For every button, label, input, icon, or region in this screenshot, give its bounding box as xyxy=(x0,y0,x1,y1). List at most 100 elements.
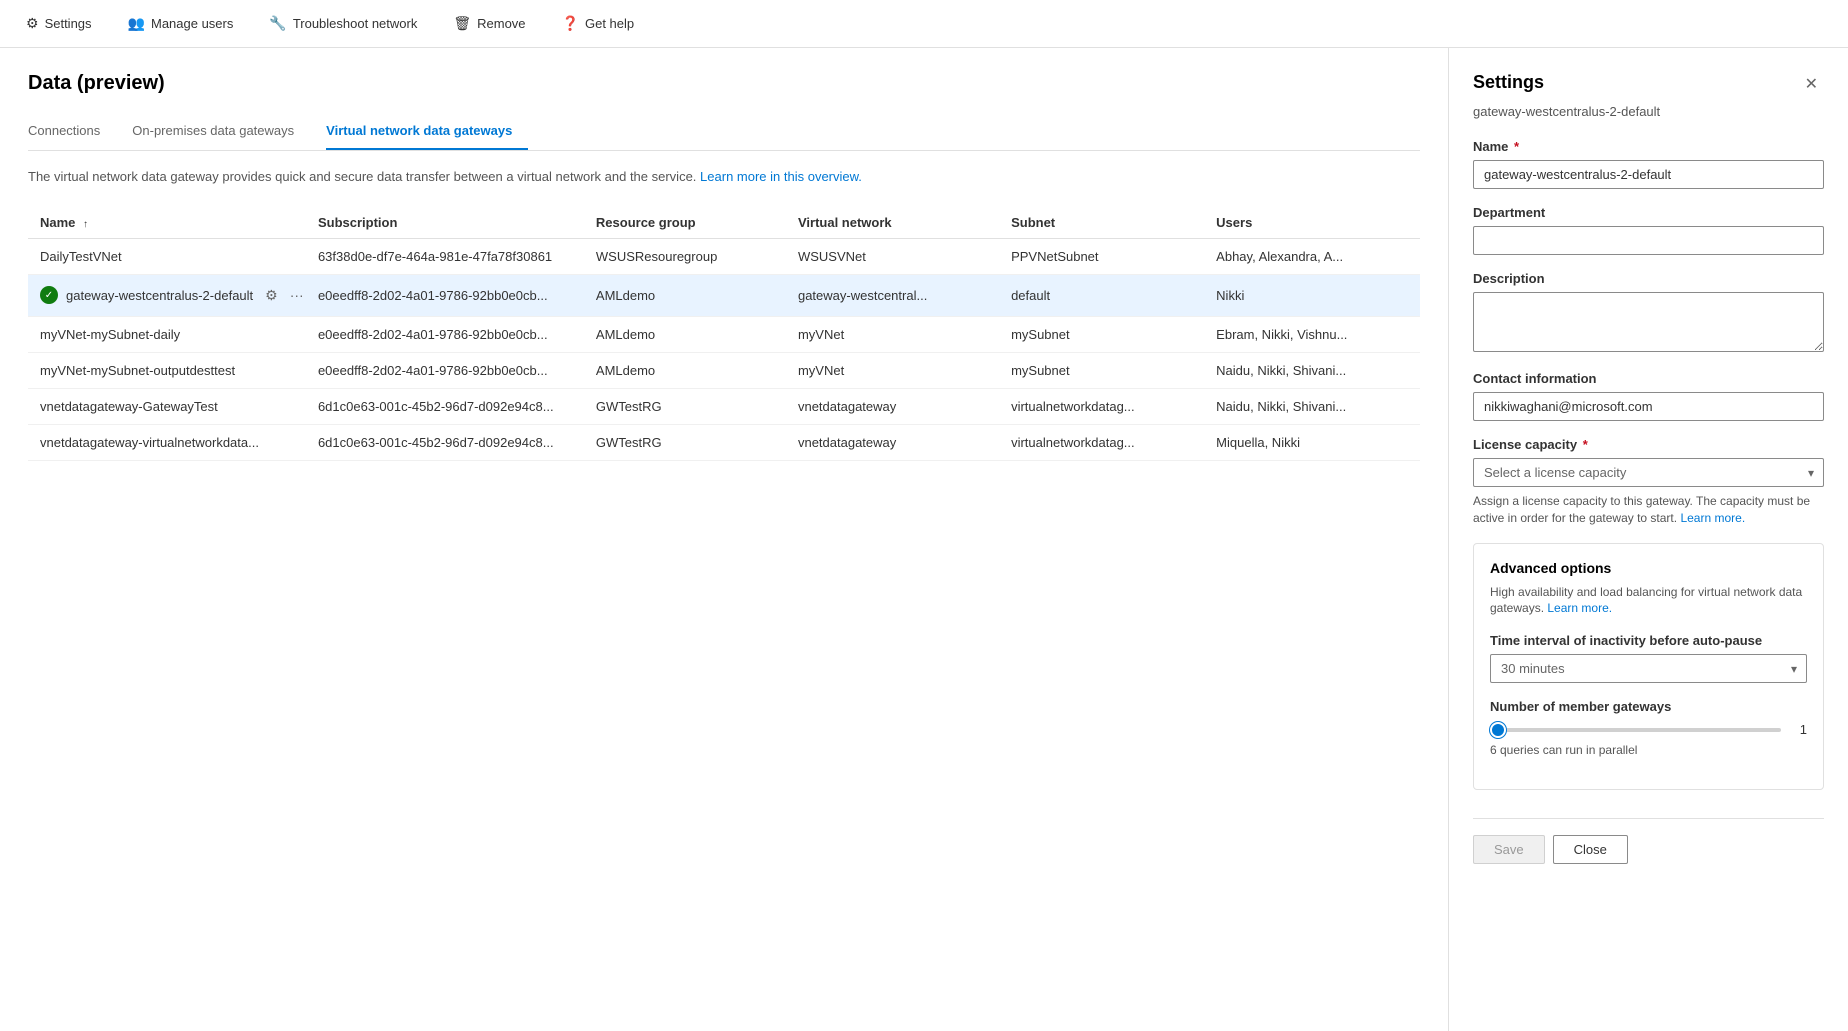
status-icon: ✓ xyxy=(40,286,58,304)
cell-virtual-network: vnetdatagateway xyxy=(786,424,999,460)
learn-more-link[interactable]: Learn more in this overview. xyxy=(700,169,862,184)
toolbar-troubleshoot-label: Troubleshoot network xyxy=(293,16,418,31)
toolbar-manage-users[interactable]: 👥 Manage users xyxy=(122,11,240,36)
page-title: Data (preview) xyxy=(28,72,1420,95)
cell-resource-group: GWTestRG xyxy=(584,424,786,460)
toolbar: ⚙ Settings 👥 Manage users 🔧 Troubleshoot… xyxy=(0,0,1848,48)
license-label: License capacity * xyxy=(1473,437,1824,452)
advanced-title: Advanced options xyxy=(1490,560,1807,576)
toolbar-remove-label: Remove xyxy=(477,16,525,31)
license-learn-more-link[interactable]: Learn more. xyxy=(1680,511,1745,525)
toolbar-get-help[interactable]: ❓ Get help xyxy=(556,11,641,36)
cell-virtual-network: WSUSVNet xyxy=(786,238,999,274)
slider-value: 1 xyxy=(1791,722,1807,737)
cell-subnet: default xyxy=(999,274,1204,316)
cell-name-text: myVNet-mySubnet-outputdesttest xyxy=(40,363,235,378)
cell-name-text: vnetdatagateway-GatewayTest xyxy=(40,399,218,414)
close-panel-button[interactable]: ✕ xyxy=(1799,72,1824,96)
table-row[interactable]: myVNet-mySubnet-outputdesttest e0eedff8-2… xyxy=(28,352,1420,388)
col-name: Name ↑ xyxy=(28,207,306,239)
contact-label: Contact information xyxy=(1473,371,1824,386)
cell-subscription: 6d1c0e63-001c-45b2-96d7-d092e94c8... xyxy=(306,424,584,460)
panel-footer: Save Close xyxy=(1473,818,1824,864)
contact-input[interactable] xyxy=(1473,392,1824,421)
panel-title: Settings xyxy=(1473,72,1544,93)
tab-connections[interactable]: Connections xyxy=(28,115,116,150)
toolbar-troubleshoot-network[interactable]: 🔧 Troubleshoot network xyxy=(263,11,423,36)
cell-users: Nikki xyxy=(1204,274,1420,316)
toolbar-settings[interactable]: ⚙ Settings xyxy=(20,11,98,36)
col-resource-group: Resource group xyxy=(584,207,786,239)
data-table: Name ↑ Subscription Resource group Virtu… xyxy=(28,207,1420,461)
cell-users: Miquella, Nikki xyxy=(1204,424,1420,460)
department-input[interactable] xyxy=(1473,226,1824,255)
description-input[interactable] xyxy=(1473,292,1824,352)
cell-virtual-network: gateway-westcentral... xyxy=(786,274,999,316)
cell-users: Ebram, Nikki, Vishnu... xyxy=(1204,316,1420,352)
time-interval-select[interactable]: 30 minutes 1 hour 2 hours 4 hours xyxy=(1490,654,1807,683)
license-select-wrapper: Select a license capacity ▾ xyxy=(1473,458,1824,487)
troubleshoot-icon: 🔧 xyxy=(269,15,286,32)
cell-subnet: mySubnet xyxy=(999,316,1204,352)
member-gateways-group: Number of member gateways 1 6 queries ca… xyxy=(1490,699,1807,757)
tab-on-premises[interactable]: On-premises data gateways xyxy=(132,115,310,150)
contact-group: Contact information xyxy=(1473,371,1824,421)
cell-subscription: e0eedff8-2d02-4a01-9786-92bb0e0cb... xyxy=(306,274,584,316)
help-icon: ❓ xyxy=(562,15,579,32)
table-header-row: Name ↑ Subscription Resource group Virtu… xyxy=(28,207,1420,239)
cell-name-text: vnetdatagateway-virtualnetworkdata... xyxy=(40,435,259,450)
description-group: Description xyxy=(1473,271,1824,355)
advanced-desc: High availability and load balancing for… xyxy=(1490,584,1807,618)
cell-name: ✓ gateway-westcentralus-2-default ⚙··· xyxy=(28,274,306,316)
col-virtual-network: Virtual network xyxy=(786,207,999,239)
toolbar-remove[interactable]: 🗑 Remove xyxy=(447,11,531,36)
panel-header: Settings ✕ xyxy=(1473,72,1824,96)
name-input[interactable] xyxy=(1473,160,1824,189)
remove-icon: 🗑 xyxy=(453,15,471,32)
close-button[interactable]: Close xyxy=(1553,835,1628,864)
cell-virtual-network: myVNet xyxy=(786,352,999,388)
cell-virtual-network: myVNet xyxy=(786,316,999,352)
member-gateways-label: Number of member gateways xyxy=(1490,699,1807,714)
col-users: Users xyxy=(1204,207,1420,239)
sort-icon: ↑ xyxy=(83,219,88,230)
cell-name-text: gateway-westcentralus-2-default xyxy=(66,288,253,303)
cell-name: myVNet-mySubnet-daily xyxy=(28,316,306,352)
department-group: Department xyxy=(1473,205,1824,255)
table-row[interactable]: myVNet-mySubnet-dailye0eedff8-2d02-4a01-… xyxy=(28,316,1420,352)
table-row[interactable]: DailyTestVNet63f38d0e-df7e-464a-981e-47f… xyxy=(28,238,1420,274)
cell-subnet: mySubnet xyxy=(999,352,1204,388)
department-label: Department xyxy=(1473,205,1824,220)
name-label: Name * xyxy=(1473,139,1824,154)
cell-users: Naidu, Nikki, Shivani... xyxy=(1204,388,1420,424)
cell-subnet: virtualnetworkdatag... xyxy=(999,424,1204,460)
cell-resource-group: AMLdemo xyxy=(584,352,786,388)
cell-users: Abhay, Alexandra, A... xyxy=(1204,238,1420,274)
advanced-learn-more-link[interactable]: Learn more. xyxy=(1547,601,1612,615)
left-panel: Data (preview) Connections On-premises d… xyxy=(0,48,1448,1031)
cell-subnet: virtualnetworkdatag... xyxy=(999,388,1204,424)
tabs: Connections On-premises data gateways Vi… xyxy=(28,115,1420,151)
row-settings-button[interactable]: ⚙ xyxy=(261,285,282,306)
cell-resource-group: AMLdemo xyxy=(584,274,786,316)
toolbar-manage-users-label: Manage users xyxy=(151,16,233,31)
settings-panel: Settings ✕ gateway-westcentralus-2-defau… xyxy=(1448,48,1848,1031)
table-row[interactable]: vnetdatagateway-virtualnetworkdata... 6d1… xyxy=(28,424,1420,460)
time-interval-select-wrapper: 30 minutes 1 hour 2 hours 4 hours ▾ xyxy=(1490,654,1807,683)
license-select[interactable]: Select a license capacity xyxy=(1473,458,1824,487)
cell-name: vnetdatagateway-GatewayTest xyxy=(28,388,306,424)
panel-subtitle: gateway-westcentralus-2-default xyxy=(1473,104,1824,119)
table-row[interactable]: vnetdatagateway-GatewayTest6d1c0e63-001c… xyxy=(28,388,1420,424)
row-more-button[interactable]: ··· xyxy=(286,285,306,305)
cell-resource-group: AMLdemo xyxy=(584,316,786,352)
tab-virtual-network[interactable]: Virtual network data gateways xyxy=(326,115,528,150)
table-row[interactable]: ✓ gateway-westcentralus-2-default ⚙···e0ee… xyxy=(28,274,1420,316)
cell-resource-group: GWTestRG xyxy=(584,388,786,424)
settings-icon: ⚙ xyxy=(26,15,39,32)
cell-name: vnetdatagateway-virtualnetworkdata... xyxy=(28,424,306,460)
tab-description: The virtual network data gateway provide… xyxy=(28,167,1420,187)
member-gateways-slider[interactable] xyxy=(1490,728,1781,732)
cell-subscription: e0eedff8-2d02-4a01-9786-92bb0e0cb... xyxy=(306,352,584,388)
cell-name-text: myVNet-mySubnet-daily xyxy=(40,327,180,342)
save-button[interactable]: Save xyxy=(1473,835,1545,864)
